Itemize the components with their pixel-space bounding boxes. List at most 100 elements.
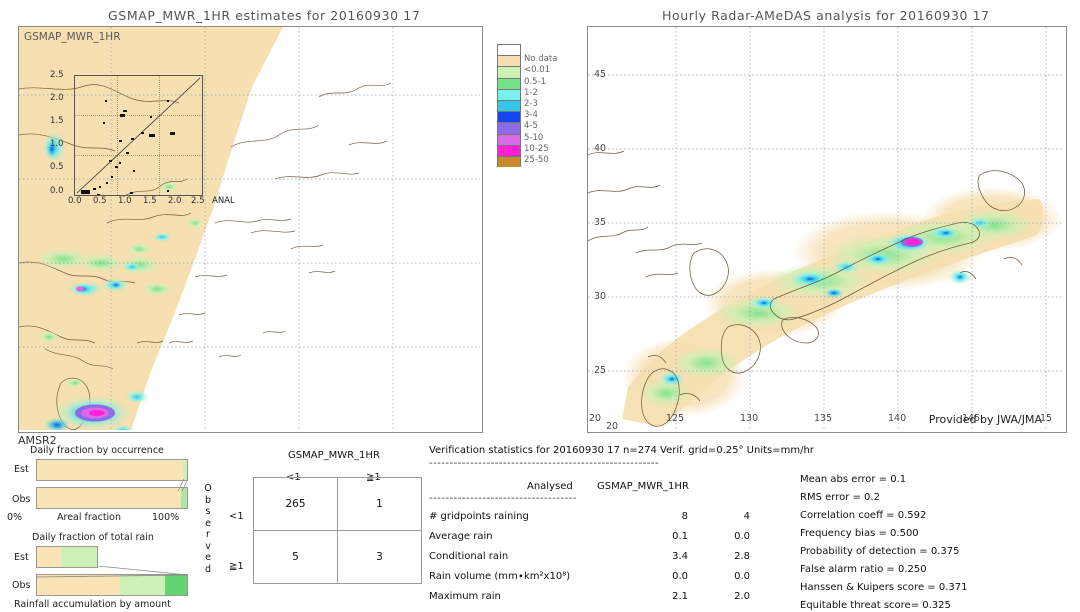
inset-xtick-1.5: 1.5 xyxy=(143,196,157,206)
colorbar-swatch-10 xyxy=(497,155,521,168)
inset-xtick-2.0: 2.0 xyxy=(168,196,182,206)
colorbar-label-3: 0.5-1 xyxy=(524,76,546,87)
colorbar-label-10: 25-50 xyxy=(524,155,549,165)
col-header-model: GSMAP_MWR_1HR xyxy=(597,481,689,492)
colorbar-label-8: 5-10 xyxy=(524,132,544,143)
inset-xtick-2.5: 2.5 xyxy=(191,196,205,206)
stat-analysed-0: 8 xyxy=(681,511,688,522)
cell-lt-ge: 1 xyxy=(337,477,422,531)
lat-tick-30: 30 xyxy=(594,291,607,302)
bar1-obs-segment-0 xyxy=(37,488,181,508)
contingency-row-header-ge1: ≧1 xyxy=(229,561,244,572)
contingency-model-header: GSMAP_MWR_1HR xyxy=(288,450,380,461)
left-map-corner-tag: GSMAP_MWR_1HR xyxy=(24,31,121,43)
lat-tick-20: 20 xyxy=(589,413,602,424)
colorbar-label-1: No data xyxy=(524,54,558,65)
bar2-obs-segment-0 xyxy=(37,575,120,595)
left-panel-title: GSMAP_MWR_1HR estimates for 20160930 17 xyxy=(108,8,421,23)
inset-ytick-1.0: 1.0 xyxy=(50,139,64,149)
colorbar-swatch-0 xyxy=(497,44,521,56)
bar1-connector xyxy=(177,478,189,492)
right-panel-title: Hourly Radar-AMeDAS analysis for 2016093… xyxy=(662,8,990,23)
colorbar-swatch-5 xyxy=(497,99,521,112)
bar-chart-1-title: Daily fraction by occurrence xyxy=(30,445,164,456)
colorbar-label-6: 3-4 xyxy=(524,110,538,121)
right-map-canvas xyxy=(588,27,1066,432)
stat-label-1: Average rain xyxy=(429,531,493,542)
lat-tick-25: 25 xyxy=(594,365,607,376)
stat-label-2: Conditional rain xyxy=(429,551,509,562)
stat-label-3: Rain volume (mm∙km²x10⁸) xyxy=(429,571,571,582)
colorbar-label-9: 10-25 xyxy=(524,143,549,154)
cell-ge-ge: 3 xyxy=(337,530,422,584)
stat-analysed-3: 0.0 xyxy=(672,571,688,582)
stat-label-4: Maximum rain xyxy=(429,591,501,602)
bar1-est-bar[interactable] xyxy=(36,459,188,481)
lat-tick-40: 40 xyxy=(594,143,607,154)
bar2-obs-segment-1 xyxy=(119,575,165,595)
table-row: 265 1 xyxy=(253,477,422,531)
score-far: False alarm ratio = 0.250 xyxy=(800,564,927,575)
bar2-connector xyxy=(36,566,189,578)
score-mean-abs-error: Mean abs error = 0.1 xyxy=(800,474,907,485)
corner-lat-label: 20 xyxy=(606,421,619,432)
inset-xtick-1.0: 1.0 xyxy=(118,196,132,206)
inset-ytick-0.5: 0.5 xyxy=(50,162,64,172)
scatter-inset[interactable]: 2.5 2.0 1.5 1.0 0.5 0.0 0.0 0.5 1.0 1.5 … xyxy=(50,70,235,206)
colorbar-swatch-3 xyxy=(497,77,521,89)
lon-tick-135: 135 xyxy=(814,413,833,424)
score-pod: Probability of detection = 0.375 xyxy=(800,546,960,557)
colorbar-swatch-9 xyxy=(497,144,521,156)
stat-model-2: 2.8 xyxy=(734,551,750,562)
bar1-axis-label: Areal fraction xyxy=(57,512,122,523)
verification-rule-mid: ------------------------------------ xyxy=(429,493,577,504)
score-correlation: Correlation coeff = 0.592 xyxy=(800,510,927,521)
lat-tick-35: 35 xyxy=(594,217,607,228)
right-map-graphics xyxy=(588,27,1064,430)
colorbar-label-7: 4-5 xyxy=(524,121,538,132)
bar2-obs-label: Obs xyxy=(12,580,31,591)
inset-ytick-2.0: 2.0 xyxy=(50,93,64,103)
radar-amedas-map[interactable]: 45 40 35 30 25 20 125 130 135 140 145 15… xyxy=(587,26,1067,433)
score-ets: Equitable threat score= 0.325 xyxy=(800,600,951,611)
colorbar-swatch-4 xyxy=(497,88,521,100)
inset-x-axis-label: ANAL xyxy=(212,196,235,206)
bar2-obs-segment-2 xyxy=(164,575,187,595)
cell-hit-lt-lt: 265 xyxy=(253,477,338,531)
stat-model-0: 4 xyxy=(743,511,750,522)
inset-xtick-0.5: 0.5 xyxy=(93,196,107,206)
colorbar-swatch-8 xyxy=(497,133,521,145)
observed-axis-label: Observed xyxy=(204,483,212,575)
bar1-axis-max: 100% xyxy=(152,512,180,523)
bar1-obs-label: Obs xyxy=(12,494,31,505)
stat-model-4: 2.0 xyxy=(734,591,750,602)
bar2-est-segment-0 xyxy=(37,547,61,567)
stat-label-0: # gridpoints raining xyxy=(429,511,529,522)
verification-header: Verification statistics for 20160930 17 … xyxy=(429,445,814,456)
colorbar-swatch-2 xyxy=(497,66,521,78)
bar1-est-label: Est xyxy=(14,464,29,475)
colorbar-label-5: 2-3 xyxy=(524,99,538,109)
score-rms-error: RMS error = 0.2 xyxy=(800,492,880,503)
colorbar-label-2: <0.01 xyxy=(524,65,551,76)
inset-ytick-0.0: 0.0 xyxy=(50,186,64,196)
score-frequency-bias: Frequency bias = 0.500 xyxy=(800,528,919,539)
bar-chart-2-title: Daily fraction of total rain xyxy=(32,532,154,543)
inset-scatter-graphics xyxy=(76,77,201,195)
bar1-axis-min: 0% xyxy=(7,512,23,523)
gsmap-estimate-map[interactable]: GSMAP_MWR_1HR 2.5 2.0 1.5 1.0 0.5 0.0 0.… xyxy=(18,26,483,433)
precipitation-colorbar[interactable]: No data <0.01 0.5-1 1-2 2-3 3-4 4-5 5-10 10-25 25… xyxy=(497,44,557,168)
lat-tick-45: 45 xyxy=(594,69,607,80)
contingency-row-header-lt1: <1 xyxy=(229,511,244,522)
bar2-est-bar[interactable] xyxy=(36,546,98,568)
cell-ge-lt: 5 xyxy=(253,530,338,584)
inset-ytick-1.5: 1.5 xyxy=(50,116,64,126)
stat-analysed-2: 3.4 xyxy=(672,551,688,562)
col-header-analysed: Analysed xyxy=(527,481,573,492)
table-row: 5 3 xyxy=(253,530,422,584)
bar1-obs-bar[interactable] xyxy=(36,487,188,509)
colorbar-swatch-1 xyxy=(497,55,521,67)
score-hanssen-kuipers: Hanssen & Kuipers score = 0.371 xyxy=(800,582,968,593)
bar2-est-label: Est xyxy=(14,552,29,563)
colorbar-swatch-7 xyxy=(497,122,521,134)
